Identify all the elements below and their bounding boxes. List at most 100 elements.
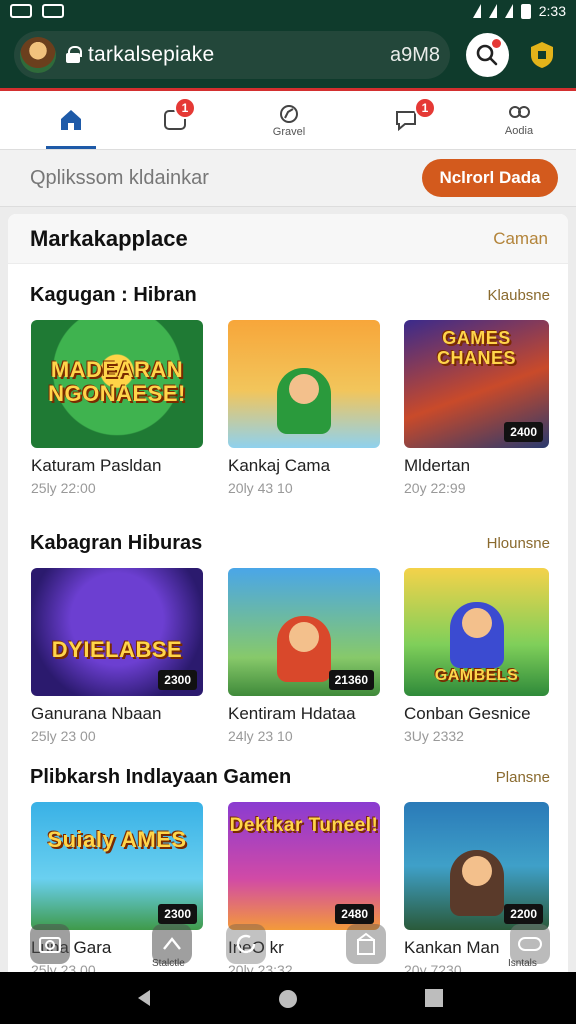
shortcut-label: Isntals (508, 958, 537, 969)
signal-icon (488, 4, 497, 18)
shield-icon (531, 42, 554, 68)
game-thumbnail[interactable]: Dektkar Tuneel! 2480 (228, 802, 380, 930)
game-card[interactable]: DYIELABSE 2300 Ganurana Nbaan 25ly 23 00 (31, 568, 203, 744)
section-see-more-link[interactable]: Klaubsne (487, 287, 550, 304)
refresh-icon (236, 934, 256, 954)
tab-home[interactable] (36, 91, 106, 149)
shortcut-label: Stalctle (152, 958, 185, 969)
store-icon (357, 932, 375, 955)
tab-bar: 1 Gravel 1 Aodia (0, 91, 576, 149)
section-title: Plibkarsh Indlayaan Gamen (30, 765, 292, 788)
badge-count: 1 (174, 97, 196, 119)
section-see-more-link[interactable]: Plansne (496, 769, 550, 786)
game-card[interactable]: GAMBELS Conban Gesnice 3Uy 2332 (404, 568, 549, 744)
tab-messages[interactable]: 1 (140, 91, 210, 149)
people-icon (509, 105, 530, 118)
card-title: Conban Gesnice (404, 704, 531, 723)
tab-chat[interactable]: 1 (372, 91, 442, 149)
back-button[interactable] (134, 988, 154, 1013)
section-see-more-link[interactable]: Hlounsne (487, 535, 550, 552)
tab-gravel[interactable]: Gravel (254, 91, 324, 149)
status-bar: 2:33 (0, 0, 576, 22)
page-title: Markakapplace (30, 225, 188, 251)
game-thumbnail[interactable]: GAMBELS (404, 568, 549, 696)
search-bar: Qplikssom kldainkar Nclrorl Dada (0, 149, 576, 207)
character-figure (277, 368, 331, 434)
home-circle-icon (279, 990, 297, 1008)
thumbnail-title: DYIELABSE (51, 637, 183, 662)
thumbnail-title: MADEARAN NGONAESE! (48, 357, 186, 406)
card-title: Ganurana Nbaan (31, 704, 162, 723)
tab-aodia[interactable]: Aodia (484, 91, 554, 149)
game-card[interactable]: Kankaj Cama 20ly 43 10 (228, 320, 380, 496)
recents-button[interactable] (424, 988, 444, 1013)
wifi-icon (472, 4, 481, 18)
character-figure (449, 602, 504, 668)
card-date: 24ly 23 10 (228, 728, 293, 744)
signal-icon-2 (504, 4, 513, 18)
marketplace-header: Markakapplace Caman (8, 214, 568, 264)
section-2: Kabagran Hiburas Hlounsne DYIELABSE 2300… (8, 528, 568, 758)
search-input[interactable]: Qplikssom kldainkar (30, 167, 209, 190)
notification-icon (10, 4, 32, 18)
card-title: Kankaj Cama (228, 456, 331, 475)
character-figure (449, 850, 504, 916)
game-thumbnail[interactable]: MADEARAN NGONAESE! (31, 320, 203, 448)
shield-button[interactable] (523, 35, 562, 75)
game-thumbnail[interactable] (228, 320, 380, 448)
thumbnail-title: Suialy AMES (47, 827, 187, 852)
home-icon (61, 109, 81, 130)
game-card[interactable]: MADEARAN NGONAESE! Katuram Pasldan 25ly … (31, 320, 203, 496)
gamepad-icon (518, 937, 542, 951)
character-figure (277, 616, 331, 682)
price-tag: 21360 (328, 670, 374, 690)
clock: 2:33 (538, 3, 566, 19)
card-title: Mldertan (404, 456, 471, 475)
url-suffix: a9M8 (389, 43, 440, 66)
thumbnail-title: GAMBELS (434, 667, 519, 684)
recents-icon (425, 989, 443, 1007)
browser-toolbar: tarkalsepiake a9M8 (0, 22, 576, 88)
battery-icon (520, 3, 531, 19)
bottom-shortcut-bar: Stalctle Isntals (0, 920, 576, 970)
url-text[interactable]: tarkalsepiake (88, 43, 214, 67)
game-thumbnail[interactable]: Suialy AMES 2300 (31, 802, 203, 930)
compass-icon (280, 104, 298, 123)
thumbnail-title: Dektkar Tuneel! (229, 815, 379, 836)
store-button[interactable] (346, 924, 386, 964)
game-thumbnail[interactable]: DYIELABSE 2300 (31, 568, 203, 696)
card-title: Katuram Pasldan (31, 456, 162, 475)
price-tag: 2400 (504, 422, 543, 442)
home-button[interactable] (277, 988, 299, 1015)
notification-dot (491, 39, 501, 48)
marketplace-link[interactable]: Caman (493, 229, 548, 249)
card-date: 20y 22:99 (404, 480, 466, 496)
marketplace-panel: Markakapplace Caman Kagugan : Hibran Kla… (8, 214, 568, 972)
camera-button[interactable] (30, 924, 70, 964)
address-bar[interactable]: tarkalsepiake a9M8 (14, 31, 450, 79)
primary-action-button[interactable]: Nclrorl Dada (422, 159, 558, 197)
section-1: Kagugan : Hibran Klaubsne MADEARAN NGONA… (8, 280, 568, 510)
system-navigation-bar (0, 972, 576, 1024)
search-button[interactable] (466, 33, 509, 77)
price-tag: 2300 (158, 670, 197, 690)
card-date: 20ly 43 10 (228, 480, 293, 496)
card-date: 25ly 23 00 (31, 728, 96, 744)
game-thumbnail[interactable]: 21360 (228, 568, 380, 696)
card-title: Kentiram Hdataa (228, 704, 356, 723)
game-card[interactable]: 21360 Kentiram Hdataa 24ly 23 10 (228, 568, 380, 744)
section-title: Kabagran Hiburas (30, 531, 203, 554)
lock-icon (66, 46, 82, 63)
camera-icon (39, 937, 61, 953)
back-icon (138, 990, 150, 1006)
game-thumbnail[interactable]: GAMES CHANES 2400 (404, 320, 549, 448)
photo-notification-icon (42, 4, 64, 18)
refresh-button[interactable] (226, 924, 266, 964)
game-card[interactable]: GAMES CHANES 2400 Mldertan 20y 22:99 (404, 320, 549, 496)
card-date: 3Uy 2332 (404, 728, 464, 744)
game-thumbnail[interactable]: 2200 (404, 802, 549, 930)
thumbnail-title: GAMES CHANES (436, 328, 516, 368)
badge-count: 1 (414, 97, 436, 119)
avatar[interactable] (20, 37, 56, 73)
share-icon (163, 937, 181, 950)
